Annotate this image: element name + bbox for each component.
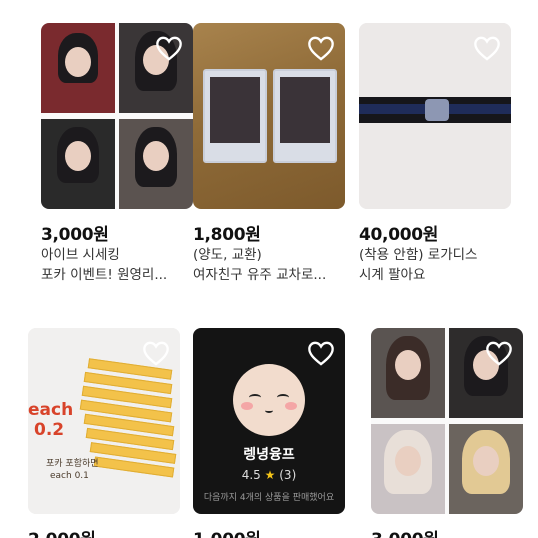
product-thumbnail[interactable]: 렝녕융프 4.5 ★ (3) 다음까지 4개의 상품을 판매했어요 [193,328,345,514]
photocard-image [371,328,445,418]
heart-outline-icon[interactable] [142,340,170,366]
shop-avatar [233,364,305,436]
product-thumbnail[interactable] [371,328,523,514]
photocard-image [449,424,523,514]
shop-note: 다음까지 4개의 상품을 판매했어요 [203,493,335,503]
thumbnail-note: 포카 포함하면 each 0.1 [46,459,99,481]
product-title-line: 여자친구 유주 교차로... [193,267,327,283]
photocard-sleeve [273,69,337,163]
product-price: 2,000원 [28,525,96,538]
heart-outline-icon[interactable] [473,35,501,61]
photocard-image [41,23,115,113]
photocard-image [119,119,193,209]
product-thumbnail[interactable]: each 0.2 포카 포함하면 each 0.1 [28,328,180,514]
product-grid: 3,000원 아이브 시세킹 포카 이벤트! 원영리... 1,800원 (양도… [0,0,538,538]
product-title-line: (착용 안함) 로가디스 [359,247,478,263]
product-price: 3,000원 [371,525,439,538]
product-card[interactable]: each 0.2 포카 포함하면 each 0.1 2,000원 [28,328,180,538]
heart-outline-icon[interactable] [307,35,335,61]
shop-rating: 4.5 ★ (3) [241,468,297,482]
product-card[interactable]: 40,000원 (착용 안함) 로가디스 시계 팔아요 [359,23,511,283]
product-thumbnail[interactable] [193,23,345,209]
product-title-line: (양도, 교환) [193,247,262,263]
product-price: 1,800원 [193,225,261,245]
photocard-image [41,119,115,209]
product-card[interactable]: 1,800원 (양도, 교환) 여자친구 유주 교차로... [193,23,345,283]
photocard-sleeve [203,69,267,163]
product-price: 40,000원 [359,225,439,245]
product-card[interactable]: 3,000원 아이브 시세킹 포카 이벤트! 원영리... [41,23,193,283]
heart-outline-icon[interactable] [307,340,335,366]
product-price: 1,000원 [193,525,261,538]
product-thumbnail[interactable] [41,23,193,209]
product-thumbnail[interactable] [359,23,511,209]
heart-outline-icon[interactable] [485,340,513,366]
product-title-line: 포카 이벤트! 원영리... [41,267,168,283]
watch-strap-image [359,97,511,123]
thumbnail-price-tag: each 0.2 [28,400,74,440]
product-card[interactable]: 렝녕융프 4.5 ★ (3) 다음까지 4개의 상품을 판매했어요 1,000원 [193,328,345,538]
product-title-line: 시계 팔아요 [359,267,426,283]
heart-outline-icon[interactable] [155,35,183,61]
photocard-image [371,424,445,514]
shop-name: 렝녕융프 [243,447,295,463]
star-icon: ★ [264,468,276,482]
product-card[interactable]: 3,000원 [371,328,523,538]
product-price: 3,000원 [41,225,109,245]
product-title-line: 아이브 시세킹 [41,247,120,263]
